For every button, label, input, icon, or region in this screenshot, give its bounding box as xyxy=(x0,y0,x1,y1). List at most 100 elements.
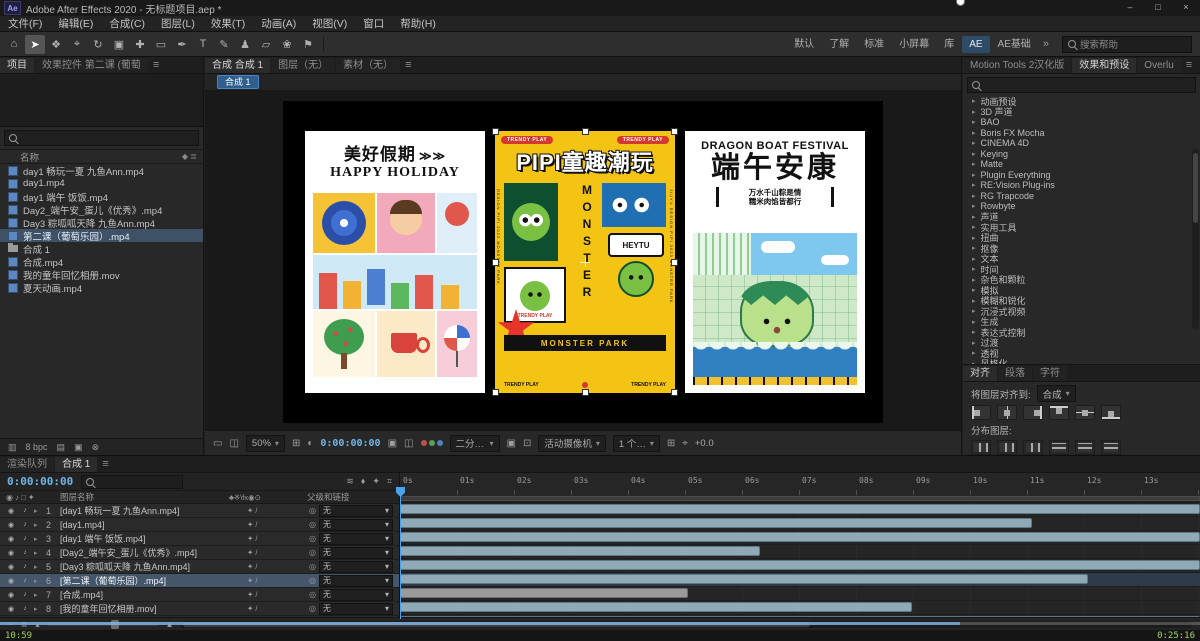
poster-pipi-trendy-play-selected[interactable]: TRENDY PLAY TRENDY PLAY PIPI童趣潮玩 MONSTER… xyxy=(492,128,678,396)
composition-mini-flowchart-icon[interactable]: ≋ xyxy=(346,476,354,487)
presets-tab-1[interactable]: Motion Tools 2汉化版 xyxy=(963,58,1072,73)
project-search-input[interactable] xyxy=(4,130,199,146)
audio-toggle-icon[interactable]: ♪ xyxy=(20,577,30,584)
parent-dropdown[interactable]: 无▾ xyxy=(318,560,393,573)
mask-visibility-icon[interactable]: ◐ xyxy=(307,438,313,449)
menu-item-1[interactable]: 文件(F) xyxy=(0,16,50,31)
fast-preview-icon[interactable]: ⌖ xyxy=(682,438,688,449)
parent-dropdown[interactable]: 无▾ xyxy=(318,588,393,601)
preset-category[interactable]: ▸ Boris FX Mocha xyxy=(963,128,1200,139)
visibility-toggle-icon[interactable]: ◉ xyxy=(6,605,16,613)
preset-category[interactable]: ▸ CINEMA 4D xyxy=(963,138,1200,149)
menu-item-4[interactable]: 图层(L) xyxy=(153,16,203,31)
interpret-footage-icon[interactable]: ▥ xyxy=(8,442,17,453)
workspace-7[interactable]: AE基础 xyxy=(991,36,1038,53)
zoom-tool-icon[interactable]: ⌖ xyxy=(67,35,87,54)
workspace-overflow-icon[interactable]: » xyxy=(1038,38,1054,50)
layer-row[interactable]: ◉ ♪ ▸ 1 [day1 畅玩一夏 九鱼Ann.mp4] ✦ / ◎ 无 ▾ xyxy=(0,504,399,518)
panel-menu-icon[interactable]: ≡ xyxy=(401,58,415,73)
preset-category[interactable]: ▸ 扭曲 xyxy=(963,233,1200,243)
timeline-tab-1[interactable]: 渲染队列 xyxy=(0,457,54,472)
pickwhip-icon[interactable]: ◎ xyxy=(309,506,316,515)
twirl-icon[interactable]: ▸ xyxy=(34,521,42,529)
align-left-button[interactable] xyxy=(971,405,991,420)
magnification-dropdown[interactable]: 50% ▾ xyxy=(245,434,285,452)
pan-behind-tool-icon[interactable]: ✚ xyxy=(130,35,150,54)
current-time-display[interactable]: 0:00:00:00 xyxy=(7,475,73,488)
twirl-icon[interactable]: ▸ xyxy=(34,591,42,599)
menu-item-9[interactable]: 帮助(H) xyxy=(392,16,444,31)
delete-icon[interactable]: ⊗ xyxy=(92,442,100,453)
twirl-icon[interactable]: ▸ xyxy=(34,535,42,543)
distribute-bottom-button[interactable] xyxy=(1101,440,1121,455)
layer-duration-bar[interactable] xyxy=(400,602,912,612)
panel-menu-icon[interactable]: ≡ xyxy=(1182,58,1196,73)
project-item[interactable]: 合成 1 xyxy=(0,242,203,255)
channel-icons[interactable] xyxy=(420,440,443,446)
menu-item-5[interactable]: 效果(T) xyxy=(203,16,253,31)
preset-category[interactable]: ▸ 沉浸式视频 xyxy=(963,306,1200,317)
close-button[interactable]: × xyxy=(1172,0,1200,16)
selection-handle[interactable] xyxy=(492,128,499,135)
time-ruler[interactable]: 0s 01s 02s 03s 04s 05s 06s 07s 08s 09s 10s 11s 12s 13… xyxy=(400,473,1200,503)
scrollbar[interactable] xyxy=(1192,149,1199,329)
parent-dropdown[interactable]: 无▾ xyxy=(318,504,393,517)
new-folder-icon[interactable]: ▤ xyxy=(57,442,66,453)
workspace-1[interactable]: 默认 xyxy=(787,36,821,53)
timeline-search-input[interactable] xyxy=(81,474,184,489)
composition-breadcrumb[interactable]: 合成 1 xyxy=(217,75,259,89)
viewer-tab-3[interactable]: 素材（无） xyxy=(336,58,401,73)
shape-tool-icon[interactable]: ▭ xyxy=(151,35,171,54)
hand-tool-icon[interactable]: ❖ xyxy=(46,35,66,54)
clone-stamp-tool-icon[interactable]: ♟ xyxy=(235,35,255,54)
distribute-top-button[interactable] xyxy=(1049,440,1069,455)
motion-blur-icon[interactable]: ⌗ xyxy=(387,476,392,487)
project-item[interactable]: 我的童年回忆相册.mov xyxy=(0,268,203,281)
visibility-toggle-icon[interactable]: ◉ xyxy=(6,507,16,515)
menu-item-3[interactable]: 合成(C) xyxy=(101,16,153,31)
project-item[interactable]: 第二课（葡萄乐园）.mp4 xyxy=(0,229,203,242)
frame-blending-icon[interactable]: ✦ xyxy=(372,476,380,487)
rotate-tool-icon[interactable]: ↻ xyxy=(88,35,108,54)
workspace-2[interactable]: 了解 xyxy=(822,36,856,53)
puppet-pin-tool-icon[interactable]: ⚑ xyxy=(298,35,318,54)
parent-dropdown[interactable]: 无▾ xyxy=(318,532,393,545)
parent-dropdown[interactable]: 无▾ xyxy=(318,602,393,615)
selection-handle[interactable] xyxy=(582,128,589,135)
selection-handle[interactable] xyxy=(492,259,499,266)
workspace-3[interactable]: 标准 xyxy=(857,36,891,53)
layer-row[interactable]: ◉ ♪ ▸ 2 [day1.mp4] ✦ / ◎ 无 ▾ xyxy=(0,518,399,532)
twirl-icon[interactable]: ▸ xyxy=(34,605,42,613)
viewer-tab-1[interactable]: 合成 合成 1 xyxy=(205,58,271,73)
exposure-value[interactable]: +0.0 xyxy=(695,438,714,449)
audio-toggle-icon[interactable]: ♪ xyxy=(20,563,30,570)
pickwhip-icon[interactable]: ◎ xyxy=(309,548,316,557)
workspace-5[interactable]: 库 xyxy=(937,36,961,53)
align-bottom-button[interactable] xyxy=(1101,405,1121,420)
visibility-toggle-icon[interactable]: ◉ xyxy=(6,521,16,529)
selection-handle[interactable] xyxy=(671,128,678,135)
project-item[interactable]: 夏天动画.mp4 xyxy=(0,281,203,294)
visibility-toggle-icon[interactable]: ◉ xyxy=(6,563,16,571)
align-vertical-center-button[interactable] xyxy=(1075,405,1095,420)
pickwhip-icon[interactable]: ◎ xyxy=(309,576,316,585)
preview-time-display[interactable]: 0:00:00:00 xyxy=(320,438,380,449)
preset-category[interactable]: ▸ Matte xyxy=(963,159,1200,170)
align-tab-2[interactable]: 段落 xyxy=(998,366,1032,381)
preset-category[interactable]: ▸ Rowbyte xyxy=(963,201,1200,212)
align-tab-3[interactable]: 字符 xyxy=(1033,366,1067,381)
timeline-column-header[interactable]: ◉♪□✦ 图层名称 ♣※\fx◉⊙ 父级和链接 xyxy=(0,490,399,504)
brush-tool-icon[interactable]: ✎ xyxy=(214,35,234,54)
visibility-toggle-icon[interactable]: ◉ xyxy=(6,591,16,599)
layer-duration-bar[interactable] xyxy=(400,504,1200,514)
anchor-point[interactable] xyxy=(580,257,590,267)
audio-toggle-icon[interactable]: ♪ xyxy=(20,549,30,556)
preset-category[interactable]: ▸ 实用工具 xyxy=(963,222,1200,233)
preset-category[interactable]: ▸ Keying xyxy=(963,149,1200,160)
project-tab-2[interactable]: 效果控件 第二课 (葡萄 xyxy=(35,58,148,73)
camera-dropdown[interactable]: 活动摄像机 ▾ xyxy=(538,434,606,452)
region-of-interest-icon[interactable]: ▣ xyxy=(507,438,516,449)
presets-tab-3[interactable]: Overlu xyxy=(1137,58,1181,73)
workspace-4[interactable]: 小屏幕 xyxy=(892,36,936,53)
pickwhip-icon[interactable]: ◎ xyxy=(309,604,316,613)
